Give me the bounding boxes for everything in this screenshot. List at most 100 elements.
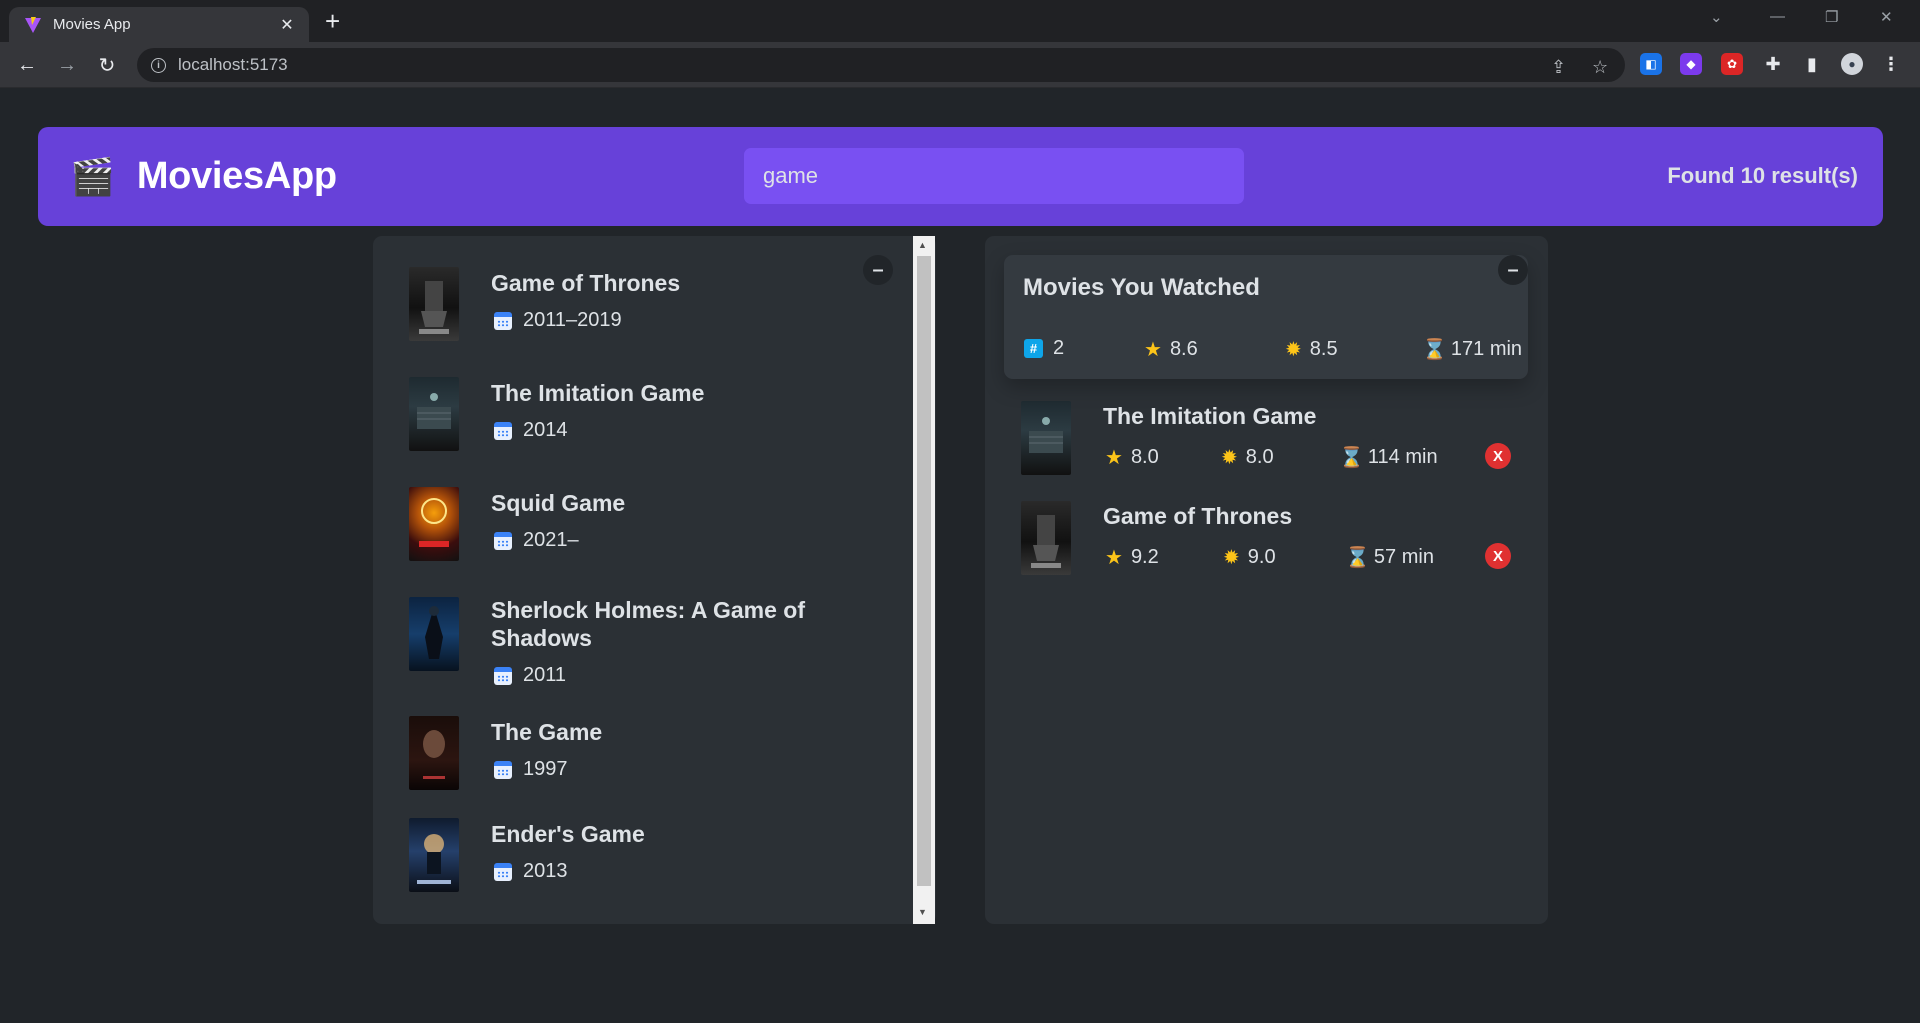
movie-year: 2014 (494, 419, 568, 442)
movie-poster (409, 818, 459, 892)
collapse-watched-button[interactable]: – (1498, 255, 1528, 285)
imdb-value: 8.6 (1169, 337, 1198, 360)
star-icon: ★ (1105, 445, 1123, 469)
hash-icon: # (1024, 339, 1043, 358)
movie-title: Sherlock Holmes: A Game of Shadows (491, 597, 805, 651)
movie-title: Squid Game (491, 490, 626, 516)
list-item[interactable]: The Game 1997 (409, 706, 879, 790)
address-bar[interactable]: i localhost:5173 ⇪ ☆ (137, 48, 1625, 82)
calendar-icon (494, 862, 512, 881)
new-tab-icon[interactable]: + (325, 8, 340, 34)
avg-user-rating: ✹ 8.5 (1285, 337, 1338, 361)
calendar-icon (494, 311, 512, 330)
results-scrollbar[interactable]: ▲ ▼ (913, 236, 935, 924)
app-logo-text: MoviesApp (136, 155, 337, 197)
star-icon: ★ (1105, 545, 1123, 569)
sparkle-icon: ✹ (1221, 445, 1238, 469)
watched-box: Movies You Watched # 2 ★ 8.6 ✹ 8.5 ⌛ 171… (985, 236, 1548, 924)
list-item[interactable]: Game of Thrones 2011–2019 (409, 267, 879, 341)
browser-toolbar: ← → ↻ i localhost:5173 ⇪ ☆ (0, 42, 1920, 88)
results-count: Found 10 result(s) (1667, 163, 1858, 188)
avg-imdb-rating: ★ 8.6 (1144, 337, 1198, 361)
vite-favicon-icon (23, 15, 43, 35)
movie-year: 2013 (494, 860, 568, 883)
imdb-rating: ★ 9.2 (1105, 545, 1159, 569)
browser-tab[interactable]: Movies App ✕ (9, 7, 309, 42)
runtime-value: 114 min (1367, 445, 1438, 468)
list-item[interactable]: The Imitation Game 2014 (409, 377, 879, 451)
restore-icon[interactable]: ❐ (1825, 8, 1838, 26)
bookmark-star-icon[interactable]: ☆ (1592, 57, 1608, 78)
list-item[interactable]: Squid Game 2021– (409, 487, 879, 561)
runtime: ⌛ 114 min (1339, 445, 1438, 469)
list-item[interactable]: Sherlock Holmes: A Game of Shadows 2011 (409, 596, 879, 696)
tab-title: Movies App (53, 16, 131, 33)
tab-close-icon[interactable]: ✕ (277, 15, 297, 35)
movie-title: The Imitation Game (1103, 403, 1317, 429)
profile-avatar[interactable]: ● (1841, 53, 1863, 75)
runtime: ⌛ 57 min (1345, 545, 1434, 569)
calendar-icon (494, 760, 512, 779)
year-text: 2011 (523, 664, 567, 686)
calendar-icon (494, 421, 512, 440)
calendar-icon (494, 666, 512, 685)
hourglass-icon: ⌛ (1339, 445, 1364, 469)
movie-poster (409, 487, 459, 561)
runtime-value: 57 min (1373, 545, 1434, 568)
avg-runtime: ⌛ 171 min (1422, 337, 1522, 361)
reload-icon[interactable]: ↻ (93, 51, 121, 79)
clapper-icon: 🎬 (70, 155, 115, 197)
star-icon: ★ (1144, 337, 1162, 361)
sparkle-icon: ✹ (1285, 337, 1302, 361)
user-rating: ✹ 8.0 (1221, 445, 1274, 469)
extension-bookmark-icon[interactable]: ◧ (1640, 53, 1662, 75)
summary-title: Movies You Watched (1023, 274, 1260, 301)
user-rating: ✹ 9.0 (1223, 545, 1276, 569)
imdb-value: 9.2 (1130, 545, 1159, 568)
movie-title: Ender's Game (491, 821, 645, 847)
scroll-up-icon[interactable]: ▲ (918, 240, 927, 250)
user-rating-value: 8.5 (1309, 337, 1338, 360)
sparkle-icon: ✹ (1223, 545, 1240, 569)
count-value: 2 (1053, 337, 1065, 359)
extension-red-icon[interactable]: ✿ (1721, 53, 1743, 75)
movie-year: 1997 (494, 758, 568, 781)
delete-watched-button[interactable]: X (1485, 543, 1511, 569)
url-text: localhost:5173 (178, 55, 288, 74)
close-window-icon[interactable]: ✕ (1880, 8, 1893, 26)
extension-palette-icon[interactable]: ◆ (1680, 53, 1702, 75)
delete-watched-button[interactable]: X (1485, 443, 1511, 469)
watched-list-item: Game of Thrones ★ 9.2 ✹ 9.0 ⌛ 57 min X (1021, 501, 1521, 575)
imdb-rating: ★ 8.0 (1105, 445, 1159, 469)
back-icon[interactable]: ← (13, 51, 41, 79)
scroll-thumb[interactable] (917, 256, 931, 886)
movie-poster (409, 597, 459, 671)
minimize-icon[interactable]: — (1770, 8, 1785, 25)
user-rating-value: 8.0 (1245, 445, 1274, 468)
site-info-icon[interactable]: i (151, 57, 166, 73)
year-text: 2011–2019 (523, 309, 622, 331)
movie-poster (409, 716, 459, 790)
watched-summary: Movies You Watched # 2 ★ 8.6 ✹ 8.5 ⌛ 171… (1004, 255, 1528, 379)
list-item[interactable]: Ender's Game 2013 (409, 818, 879, 892)
share-icon[interactable]: ⇪ (1551, 57, 1566, 78)
search-results-box[interactable]: – Game of Thrones 2011–2019 The Imitatio… (373, 236, 936, 924)
tab-search-icon[interactable]: ⌄ (1710, 8, 1723, 26)
movie-year: 2011 (494, 664, 566, 687)
hourglass-icon: ⌛ (1422, 337, 1447, 361)
extensions-puzzle-icon[interactable]: ✚ (1762, 53, 1784, 75)
forward-icon[interactable]: → (53, 51, 81, 79)
browser-menu-icon[interactable]: ⋮ (1880, 53, 1902, 75)
watched-count: # 2 (1024, 337, 1064, 360)
movie-poster (409, 267, 459, 341)
watched-list-item: The Imitation Game ★ 8.0 ✹ 8.0 ⌛ 114 min… (1021, 401, 1521, 475)
imdb-value: 8.0 (1130, 445, 1159, 468)
movie-title: The Imitation Game (491, 380, 705, 406)
movie-poster (1021, 401, 1071, 475)
movie-poster (409, 377, 459, 451)
scroll-down-icon[interactable]: ▼ (918, 907, 927, 917)
search-input[interactable] (744, 148, 1244, 204)
year-text: 1997 (523, 758, 568, 780)
side-panel-icon[interactable]: ▮ (1801, 53, 1823, 75)
movie-title: Game of Thrones (1103, 503, 1293, 529)
